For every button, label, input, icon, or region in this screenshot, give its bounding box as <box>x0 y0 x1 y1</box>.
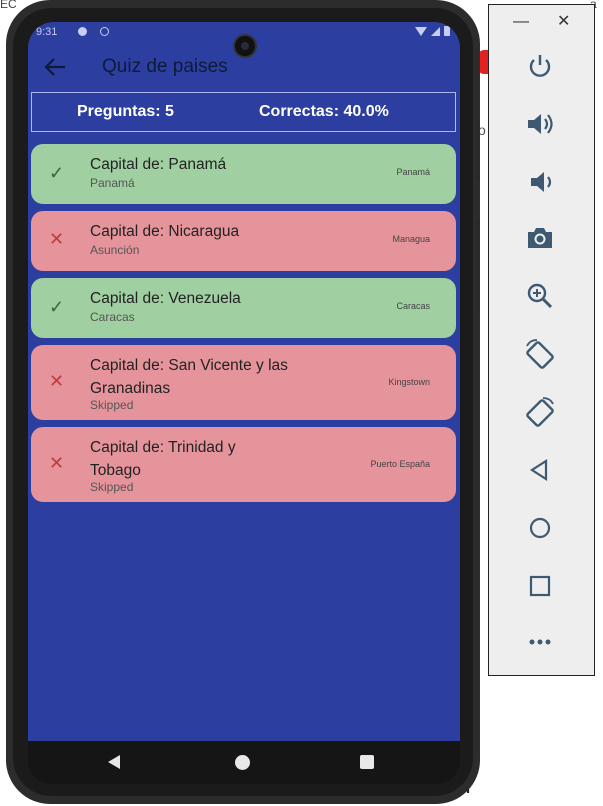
status-time: 9:31 <box>36 26 58 38</box>
phone-frame: 9:31 Quiz de paises Preguntas: 5 Correct… <box>6 0 480 804</box>
close-icon: ✕ <box>49 453 65 473</box>
phone-side-button <box>476 220 480 310</box>
background-text-fragment: EC <box>0 0 17 11</box>
minimize-icon[interactable]: — <box>513 13 529 31</box>
camera-icon <box>528 228 552 248</box>
back-button-emulator[interactable] <box>523 453 557 487</box>
phone-screen: 9:31 Quiz de paises Preguntas: 5 Correct… <box>28 22 460 784</box>
back-icon <box>529 458 548 482</box>
page-title: Quiz de paises <box>102 56 228 77</box>
signal-icon <box>431 26 440 36</box>
user-answer: Caracas <box>90 310 135 324</box>
result-card[interactable]: ✕ Capital de: Trinidad y Tobago Skipped … <box>31 427 456 502</box>
screenshot-button[interactable] <box>523 221 557 255</box>
rotate-left-button[interactable] <box>523 337 557 371</box>
user-answer: Asunción <box>90 243 140 257</box>
questions-count: Preguntas: 5 <box>77 103 174 120</box>
battery-icon <box>444 26 450 36</box>
close-icon: ✕ <box>49 229 65 249</box>
settings-notification-icon <box>100 27 109 36</box>
home-button-emulator[interactable] <box>523 511 557 545</box>
result-card[interactable]: ✓ Capital de: Venezuela Caracas Caracas <box>31 278 456 338</box>
question-text: Capital de: San Vicente y las Granadinas <box>90 357 288 397</box>
zoom-in-icon <box>527 283 553 309</box>
power-icon <box>529 55 551 77</box>
result-card[interactable]: ✕ Capital de: Nicaragua Asunción Managua <box>31 211 456 271</box>
emulator-toolbar: — ✕ <box>488 4 595 676</box>
rotate-left-icon <box>526 339 554 369</box>
check-icon: ✓ <box>49 297 65 317</box>
zoom-button[interactable] <box>523 279 557 313</box>
results-list: ✓ Capital de: Panamá Panamá Panamá ✕ Cap… <box>31 144 456 509</box>
volume-down-button[interactable] <box>523 165 557 199</box>
more-icon <box>529 639 551 645</box>
arrow-left-icon <box>44 58 65 76</box>
overview-button-emulator[interactable] <box>523 569 557 603</box>
score-summary: Preguntas: 5 Correctas: 40.0% <box>31 92 456 132</box>
close-icon: ✕ <box>49 371 65 391</box>
correct-answer: Kingstown <box>388 377 430 387</box>
user-answer: Skipped <box>90 398 134 412</box>
result-card[interactable]: ✓ Capital de: Panamá Panamá Panamá <box>31 144 456 204</box>
home-icon <box>529 517 551 539</box>
toolbar-window-controls: — ✕ <box>489 5 594 39</box>
result-card[interactable]: ✕ Capital de: San Vicente y las Granadin… <box>31 345 456 420</box>
wifi-icon <box>415 26 427 36</box>
nav-recents-icon[interactable] <box>360 755 374 769</box>
correct-answer: Managua <box>392 234 430 244</box>
correct-answer: Puerto España <box>370 459 430 469</box>
back-button[interactable] <box>42 54 70 80</box>
check-icon: ✓ <box>49 163 65 183</box>
rotate-right-icon <box>526 397 554 427</box>
overview-icon <box>529 575 551 597</box>
correct-answer: Caracas <box>396 301 430 311</box>
volume-down-icon <box>531 172 552 192</box>
question-text: Capital de: Trinidad y Tobago <box>90 439 236 479</box>
nav-home-icon[interactable] <box>235 755 250 770</box>
more-button-emulator[interactable] <box>523 625 557 659</box>
user-answer: Skipped <box>90 480 134 494</box>
correct-answer: Panamá <box>396 167 430 177</box>
power-button[interactable] <box>523 49 557 83</box>
volume-up-button[interactable] <box>523 107 557 141</box>
system-nav-bar <box>28 741 460 784</box>
question-text: Capital de: Nicaragua <box>90 223 240 240</box>
notification-icon <box>78 27 87 36</box>
rotate-right-button[interactable] <box>523 395 557 429</box>
close-window-icon[interactable]: ✕ <box>557 11 570 31</box>
app-bar: Quiz de paises <box>28 48 460 86</box>
volume-up-icon <box>528 114 553 134</box>
question-text: Capital de: Panamá <box>90 156 227 173</box>
correct-percentage: Correctas: 40.0% <box>259 103 389 120</box>
status-icons <box>415 26 450 36</box>
phone-side-button <box>476 120 480 180</box>
user-answer: Panamá <box>90 176 135 190</box>
nav-back-icon[interactable] <box>108 755 120 769</box>
question-text: Capital de: Venezuela <box>90 290 241 307</box>
